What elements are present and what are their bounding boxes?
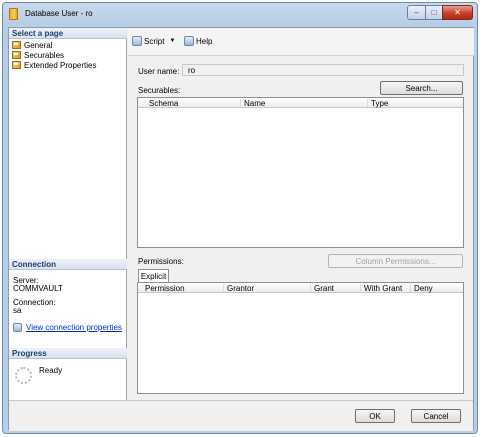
user-name-field: ro <box>182 64 464 76</box>
right-pane: Script ▼ Help User name: ro Securables: … <box>128 28 474 400</box>
column-header-name[interactable]: Name <box>240 99 265 108</box>
progress-status: Ready <box>39 366 63 375</box>
column-permissions-button[interactable]: Column Permissions... <box>328 254 463 268</box>
dialog-footer: OK Cancel <box>9 400 473 431</box>
page-icon <box>12 51 21 59</box>
securables-label: Securables: <box>138 86 181 95</box>
script-dropdown-icon[interactable]: ▼ <box>169 38 175 44</box>
column-header-deny[interactable]: Deny <box>410 284 433 293</box>
tab-explicit[interactable]: Explicit <box>138 269 169 282</box>
page-label: General <box>24 40 53 50</box>
script-label: Script <box>144 36 165 46</box>
select-page-header: Select a page <box>9 28 127 39</box>
help-icon <box>184 36 194 46</box>
page-icon <box>12 61 21 69</box>
column-header-grant[interactable]: Grant <box>310 284 334 293</box>
help-button[interactable]: Help <box>184 36 212 46</box>
server-value: COMMVAULT <box>13 284 63 293</box>
column-header-grantor[interactable]: Grantor <box>223 284 254 293</box>
securables-grid[interactable]: Schema Name Type <box>137 97 464 248</box>
permissions-label: Permissions: <box>138 257 184 266</box>
window-title: Database User - ro <box>25 9 93 18</box>
page-icon <box>12 41 21 49</box>
page-item-general[interactable]: General <box>12 40 52 50</box>
left-pane: Select a page General Securables Extende… <box>9 28 127 400</box>
column-header-type[interactable]: Type <box>367 99 388 108</box>
connection-value: sa <box>13 306 22 315</box>
page-item-securables[interactable]: Securables <box>12 50 64 60</box>
maximize-button[interactable]: □ <box>425 5 443 20</box>
help-label: Help <box>196 36 213 46</box>
column-header-with-grant[interactable]: With Grant <box>360 284 402 293</box>
dialog-window: Database User - ro – □ ✕ Select a page G… <box>2 2 478 434</box>
permissions-grid[interactable]: Permission Grantor Grant With Grant Deny <box>137 282 464 394</box>
close-button[interactable]: ✕ <box>442 5 473 20</box>
script-icon <box>132 36 142 46</box>
page-label: Securables <box>24 50 65 60</box>
cancel-button[interactable]: Cancel <box>411 409 461 423</box>
permissions-grid-header: Permission Grantor Grant With Grant Deny <box>138 283 463 293</box>
script-button[interactable]: Script ▼ <box>132 36 175 46</box>
page-item-extended-properties[interactable]: Extended Properties <box>12 60 97 70</box>
connection-header: Connection <box>9 259 127 270</box>
connection-icon <box>13 323 22 332</box>
user-name-label: User name: <box>138 67 180 76</box>
securables-grid-header: Schema Name Type <box>138 98 463 108</box>
ok-button[interactable]: OK <box>355 409 395 423</box>
progress-header: Progress <box>9 348 127 359</box>
database-user-icon <box>9 8 18 20</box>
view-connection-properties-link[interactable]: View connection properties <box>13 323 122 332</box>
page-label: Extended Properties <box>24 60 97 70</box>
search-button[interactable]: Search... <box>380 81 463 95</box>
column-header-schema[interactable]: Schema <box>146 99 178 108</box>
minimize-button[interactable]: – <box>407 5 426 20</box>
column-header-permission[interactable]: Permission <box>142 284 185 293</box>
dialog-client-area: Select a page General Securables Extende… <box>8 27 474 431</box>
toolbar: Script ▼ Help <box>128 28 474 56</box>
title-bar[interactable]: Database User - ro – □ ✕ <box>3 3 477 25</box>
spinner-icon <box>15 367 32 384</box>
view-connection-properties-text[interactable]: View connection properties <box>26 323 122 332</box>
